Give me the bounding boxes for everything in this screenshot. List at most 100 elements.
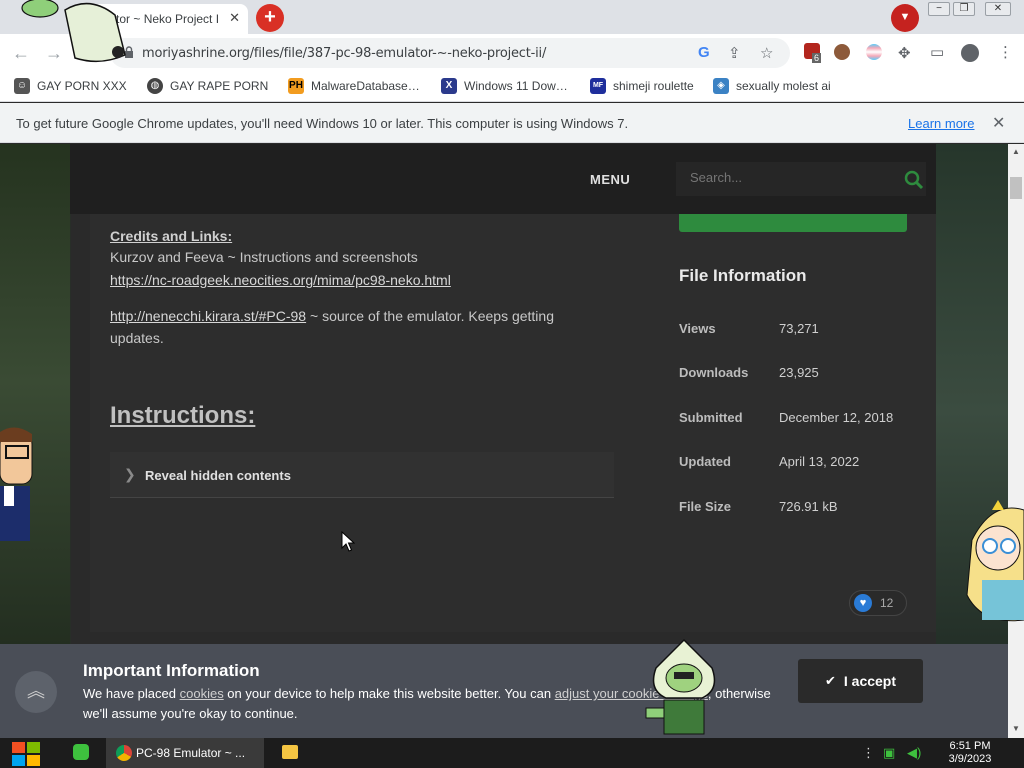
like-count: 12: [880, 596, 894, 610]
bookmark-item[interactable]: ◍ GAY RAPE PORN: [147, 78, 268, 94]
like-button[interactable]: ♥ 12: [849, 590, 907, 616]
bookmark-item[interactable]: ◈ sexually molest ai: [713, 78, 831, 94]
shimeji-peridot-top[interactable]: [20, 0, 130, 64]
browser-toolbar: ← → ↻ moriyashrine.org/files/file/387-pc…: [0, 34, 1024, 72]
bookmark-item[interactable]: ☺ GAY PORN XXX: [14, 78, 127, 94]
heart-icon: ♥: [854, 594, 872, 612]
accept-label: I accept: [843, 673, 897, 689]
page-scrollbar[interactable]: ▲ ▼: [1008, 144, 1024, 738]
info-value: 726.91 kB: [779, 499, 838, 514]
flag-extension-icon[interactable]: [866, 44, 882, 60]
bookmark-label: Windows 11 Dow…: [464, 79, 568, 93]
maximize-button[interactable]: ❐: [953, 2, 975, 16]
tab-search-button[interactable]: ▼: [891, 4, 919, 32]
accept-cookies-button[interactable]: ✔ I accept: [798, 659, 923, 703]
file-content-panel: Credits and Links: Kurzov and Feeva ~ In…: [90, 214, 936, 632]
clock-time: 6:51 PM: [949, 740, 991, 752]
spoiler-label: Reveal hidden contents: [145, 468, 291, 483]
info-value: December 12, 2018: [779, 410, 894, 425]
info-label: Downloads: [679, 365, 749, 380]
extension-badge: 6: [812, 53, 822, 63]
credits-line: Kurzov and Feeva ~ Instructions and scre…: [110, 249, 418, 265]
shimeji-peridot-bottom[interactable]: [640, 638, 730, 738]
clock-date: 3/9/2023: [948, 753, 992, 765]
site-icon: ☺: [14, 78, 30, 94]
scroll-up-icon[interactable]: ▲: [1012, 147, 1020, 156]
bookmark-item[interactable]: MF shimeji roulette: [590, 78, 694, 94]
url-text: moriyashrine.org/files/file/387-pc-98-em…: [142, 46, 547, 61]
kebab-menu-icon[interactable]: ⋮: [998, 43, 1013, 61]
bookmark-label: MalwareDatabase…: [311, 79, 420, 93]
bookmark-label: GAY PORN XXX: [37, 79, 127, 93]
update-infobar: To get future Google Chrome updates, you…: [0, 103, 1024, 143]
info-value: 73,271: [779, 321, 819, 336]
app-icon[interactable]: [73, 744, 89, 760]
nenecchi-link[interactable]: http://nenecchi.kirara.st/#PC-98: [110, 308, 306, 324]
instructions-heading: Instructions:: [110, 402, 256, 429]
volume-icon[interactable]: ◀): [907, 745, 921, 761]
bookmark-item[interactable]: X Windows 11 Dow…: [441, 78, 568, 94]
shimeji-star-right[interactable]: [962, 500, 1024, 625]
puzzle-extensions-icon[interactable]: ✥: [898, 44, 911, 62]
download-button[interactable]: [679, 214, 907, 232]
tray-overflow-icon[interactable]: ⋮: [862, 745, 875, 761]
info-value: April 13, 2022: [779, 454, 860, 469]
bookmarks-bar: ☺ GAY PORN XXX ◍ GAY RAPE PORN PH Malwar…: [0, 72, 1024, 102]
google-icon[interactable]: G: [698, 44, 710, 61]
info-label: Views: [679, 321, 716, 336]
bookmark-star-icon[interactable]: ☆: [760, 44, 773, 62]
scroll-to-top-button[interactable]: ︽: [15, 671, 57, 713]
spoiler-toggle[interactable]: ❯ Reveal hidden contents: [110, 452, 614, 498]
credits-heading: Credits and Links:: [110, 228, 233, 244]
menu-button[interactable]: MENU: [590, 172, 630, 187]
share-icon[interactable]: ⇪: [728, 44, 741, 62]
ph-icon: PH: [288, 78, 304, 94]
checkmark-icon: ✔: [824, 673, 836, 688]
close-window-button[interactable]: ✕: [985, 2, 1011, 16]
mouse-cursor-icon: [341, 531, 355, 552]
info-label: File Size: [679, 499, 732, 514]
globe-icon: ◍: [147, 78, 163, 94]
start-button-icon[interactable]: [10, 739, 42, 767]
taskbar-window-label: PC-98 Emulator ~ ...: [136, 746, 246, 760]
info-label: Submitted: [679, 410, 743, 425]
new-tab-button[interactable]: +: [256, 4, 284, 32]
taskbar-chrome-window[interactable]: PC-98 Emulator ~ ...: [106, 738, 264, 768]
bookmark-item[interactable]: PH MalwareDatabase…: [288, 78, 420, 94]
info-label: Updated: [679, 454, 731, 469]
scroll-down-icon[interactable]: ▼: [1012, 724, 1020, 733]
source-paragraph: http://nenecchi.kirara.st/#PC-98 ~ sourc…: [110, 305, 610, 349]
search-icon[interactable]: [904, 170, 924, 190]
close-icon[interactable]: ✕: [992, 113, 1005, 133]
shimeji-hank-left[interactable]: [0, 424, 40, 544]
cookie-text: We have placed: [83, 686, 180, 701]
site-search: [676, 162, 926, 196]
tab-close-icon[interactable]: ✕: [229, 10, 240, 26]
site-header: MENU: [70, 144, 936, 214]
chevron-right-icon: ❯: [124, 466, 136, 482]
cookie-text: on your device to help make this website…: [223, 686, 555, 701]
network-icon[interactable]: ▣: [883, 745, 895, 761]
windows-taskbar: PC-98 Emulator ~ ... ⋮ ▣ ◀) 6:51 PM 3/9/…: [0, 738, 1024, 768]
info-value: 23,925: [779, 365, 819, 380]
neocities-link[interactable]: https://nc-roadgeek.neocities.org/mima/p…: [110, 272, 451, 288]
profile-avatar[interactable]: [961, 44, 979, 62]
system-clock[interactable]: 6:51 PM 3/9/2023: [940, 740, 1000, 766]
folder-icon[interactable]: [282, 745, 298, 759]
bookmark-label: sexually molest ai: [736, 79, 831, 93]
side-panel-icon[interactable]: ▭: [930, 43, 944, 61]
minimize-button[interactable]: −: [928, 2, 950, 16]
chrome-icon: [116, 745, 132, 761]
cookie-title: Important Information: [83, 661, 260, 680]
cookies-link[interactable]: cookies: [180, 686, 224, 701]
address-bar[interactable]: moriyashrine.org/files/file/387-pc-98-em…: [110, 38, 790, 68]
learn-more-link[interactable]: Learn more: [908, 116, 974, 131]
bookmark-label: GAY RAPE PORN: [170, 79, 269, 93]
file-information-title: File Information: [679, 266, 807, 285]
scrollbar-thumb[interactable]: [1010, 177, 1022, 199]
search-input[interactable]: [690, 170, 880, 185]
bookmark-label: shimeji roulette: [613, 79, 694, 93]
cookie-banner: ︽ Important Information We have placed c…: [0, 644, 1008, 738]
bot-icon: ◈: [713, 78, 729, 94]
avatar-extension-icon[interactable]: [834, 44, 850, 60]
